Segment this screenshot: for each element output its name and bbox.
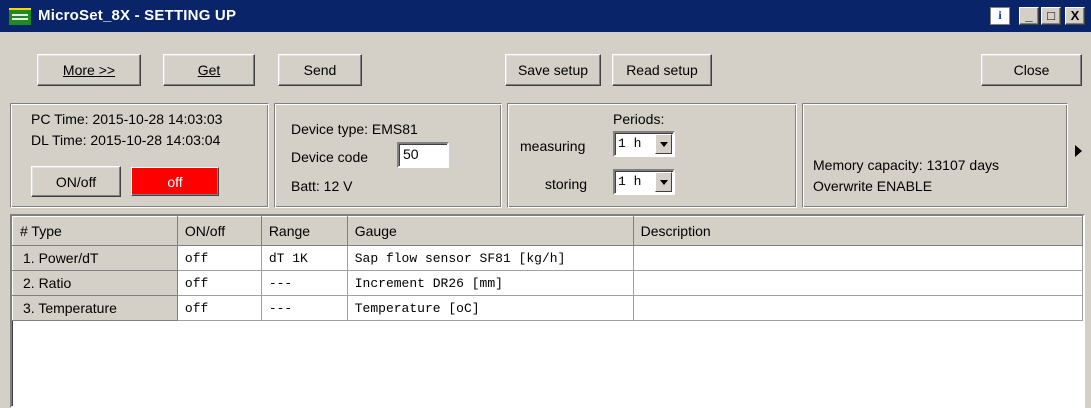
device-panel: Device type: EMS81 Device code 50 Batt: … bbox=[274, 103, 502, 208]
get-button[interactable]: Get bbox=[163, 54, 255, 86]
periods-panel: Periods: measuring 1 h storing 1 h bbox=[507, 103, 797, 208]
onoff-button[interactable]: ON/off bbox=[31, 166, 121, 197]
read-setup-label: Read setup bbox=[626, 62, 698, 78]
table-row[interactable]: 3. Temperature off --- Temperature [oC] bbox=[12, 295, 1083, 321]
dl-time: DL Time: 2015-10-28 14:03:04 bbox=[31, 132, 221, 148]
row-range[interactable]: dT 1K bbox=[261, 245, 348, 271]
row-description[interactable] bbox=[633, 270, 1083, 296]
column-header-gauge[interactable]: Gauge bbox=[346, 216, 634, 246]
storing-period-value: 1 h bbox=[618, 174, 642, 189]
column-header-description[interactable]: Description bbox=[632, 216, 1083, 246]
row-range[interactable]: --- bbox=[261, 270, 348, 296]
state-off-button[interactable]: off bbox=[131, 167, 219, 196]
maximize-button[interactable]: □ bbox=[1041, 7, 1061, 25]
info-icon[interactable]: i bbox=[990, 7, 1010, 25]
column-header-onoff[interactable]: ON/off bbox=[176, 216, 262, 246]
row-gauge[interactable]: Temperature [oC] bbox=[347, 295, 634, 321]
device-code-input[interactable]: 50 bbox=[397, 142, 449, 168]
memory-capacity: Memory capacity: 13107 days bbox=[813, 157, 999, 173]
row-type[interactable]: 3. Temperature bbox=[12, 295, 178, 321]
device-code-label: Device code bbox=[291, 149, 369, 165]
more-button[interactable]: More >> bbox=[37, 54, 141, 86]
periods-title: Periods: bbox=[613, 111, 665, 127]
close-window-button[interactable]: X bbox=[1065, 7, 1085, 25]
scroll-right-icon[interactable] bbox=[1075, 145, 1082, 157]
row-onoff[interactable]: off bbox=[177, 270, 262, 296]
read-setup-button[interactable]: Read setup bbox=[612, 54, 712, 86]
row-onoff[interactable]: off bbox=[177, 295, 262, 321]
column-header-type[interactable]: # Type bbox=[12, 216, 178, 246]
gauge-table: # Type ON/off Range Gauge Description 1.… bbox=[12, 216, 1083, 321]
get-button-label: Get bbox=[197, 62, 221, 78]
minimize-button[interactable]: _ bbox=[1019, 7, 1039, 25]
row-gauge[interactable]: Sap flow sensor SF81 [kg/h] bbox=[347, 245, 634, 271]
device-type: Device type: EMS81 bbox=[291, 121, 418, 137]
app-icon bbox=[9, 8, 31, 25]
chevron-down-icon[interactable] bbox=[655, 172, 672, 192]
row-type[interactable]: 2. Ratio bbox=[12, 270, 178, 296]
battery-voltage: Batt: 12 V bbox=[291, 178, 353, 194]
table-row[interactable]: 2. Ratio off --- Increment DR26 [mm] bbox=[12, 270, 1083, 296]
row-description[interactable] bbox=[633, 245, 1083, 271]
row-range[interactable]: --- bbox=[261, 295, 348, 321]
save-setup-button[interactable]: Save setup bbox=[505, 54, 601, 86]
chevron-down-icon[interactable] bbox=[655, 134, 672, 154]
table-row[interactable]: 1. Power/dT off dT 1K Sap flow sensor SF… bbox=[12, 245, 1083, 271]
measuring-period-select[interactable]: 1 h bbox=[613, 131, 675, 157]
onoff-button-label: ON/off bbox=[55, 173, 97, 190]
toolbar: More >> Get Send Save setup Read setup C… bbox=[0, 38, 1091, 96]
close-button[interactable]: Close bbox=[981, 54, 1082, 86]
time-panel: PC Time: 2015-10-28 14:03:03 DL Time: 20… bbox=[10, 103, 269, 208]
title-bar: MicroSet_8X - SETTING UP i _ □ X bbox=[0, 0, 1091, 32]
memory-panel: Memory capacity: 13107 days Overwrite EN… bbox=[802, 103, 1068, 208]
row-onoff[interactable]: off bbox=[177, 245, 262, 271]
window-title: MicroSet_8X - SETTING UP bbox=[38, 7, 237, 24]
save-setup-label: Save setup bbox=[517, 62, 589, 78]
table-header-row: # Type ON/off Range Gauge Description bbox=[12, 216, 1083, 246]
more-button-label: More >> bbox=[62, 62, 116, 78]
row-gauge[interactable]: Increment DR26 [mm] bbox=[347, 270, 634, 296]
measuring-period-value: 1 h bbox=[618, 136, 642, 151]
pc-time: PC Time: 2015-10-28 14:03:03 bbox=[31, 111, 223, 127]
column-header-range[interactable]: Range bbox=[260, 216, 348, 246]
overwrite-status: Overwrite ENABLE bbox=[813, 178, 933, 194]
row-type[interactable]: 1. Power/dT bbox=[12, 245, 178, 271]
row-description[interactable] bbox=[633, 295, 1083, 321]
storing-period-select[interactable]: 1 h bbox=[613, 169, 675, 195]
send-button[interactable]: Send bbox=[278, 54, 362, 86]
send-button-label: Send bbox=[303, 62, 337, 78]
storing-label: storing bbox=[545, 176, 588, 192]
measuring-label: measuring bbox=[520, 138, 586, 154]
gauge-grid: # Type ON/off Range Gauge Description 1.… bbox=[10, 214, 1085, 408]
close-button-label: Close bbox=[1013, 62, 1050, 78]
